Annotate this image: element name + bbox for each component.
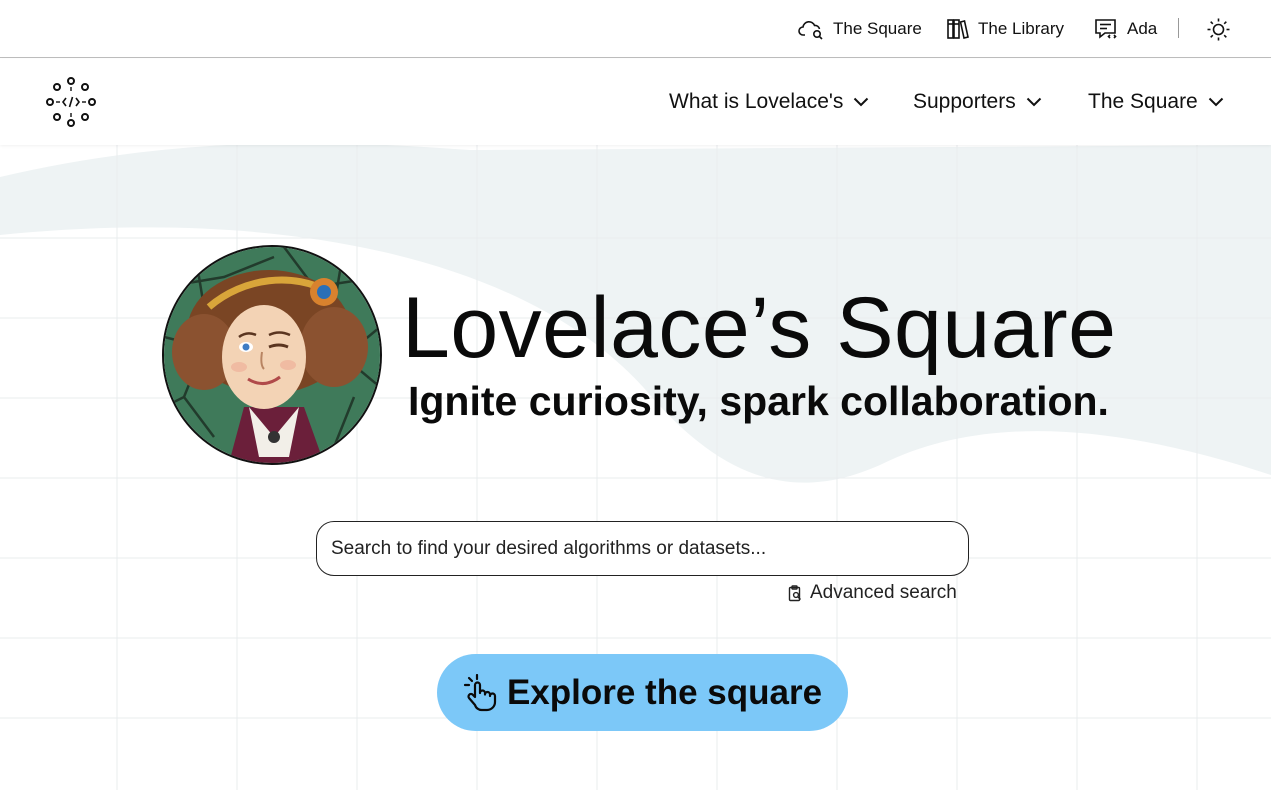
theme-toggle-button[interactable] [1206,0,1231,58]
utility-link-ada[interactable]: Ada [1093,0,1157,58]
utility-link-label: The Square [833,19,922,38]
ada-lovelace-portrait [162,245,382,465]
chevron-down-icon [854,97,869,107]
search-box [316,521,969,576]
sun-icon [1207,18,1230,40]
search-input[interactable] [317,522,968,575]
nav-item-the-square[interactable]: The Square [1088,59,1224,145]
utility-link-the-square[interactable]: The Square [798,0,922,58]
utility-link-the-library[interactable]: The Library [946,0,1064,58]
chat-code-icon [1095,19,1117,39]
nav-item-label: What is Lovelace's [669,90,844,113]
home-logo-link[interactable] [44,75,98,129]
utility-bar: The Square The Library Ada [0,0,1271,58]
page-title: Lovelace’s Square [402,280,1117,376]
utility-divider [1178,18,1179,38]
page-subtitle: Ignite curiosity, spark collaboration. [408,378,1109,424]
explore-the-square-button[interactable]: Explore the square [437,654,848,731]
clipboard-search-icon [788,584,801,601]
nav-item-what-is-lovelaces[interactable]: What is Lovelace's [669,59,869,145]
lovelace-logo-icon [46,77,96,127]
advanced-search-label: Advanced search [810,582,957,603]
utility-link-label: Ada [1127,19,1158,38]
hero-section: Lovelace’s Square Ignite curiosity, spar… [0,145,1271,790]
advanced-search-link[interactable]: Advanced search [788,581,957,605]
cloud-search-icon [798,21,823,40]
chevron-down-icon [1026,97,1041,107]
main-nav: What is Lovelace's Supporters The Square [0,59,1271,145]
nav-item-label: The Square [1088,90,1198,113]
utility-link-label: The Library [978,19,1064,38]
nav-item-supporters[interactable]: Supporters [913,59,1042,145]
books-icon [947,19,969,39]
explore-button-label: Explore the square [506,672,823,712]
nav-item-label: Supporters [913,90,1016,113]
hand-pointer-click-icon [463,673,497,711]
chevron-down-icon [1208,97,1223,107]
